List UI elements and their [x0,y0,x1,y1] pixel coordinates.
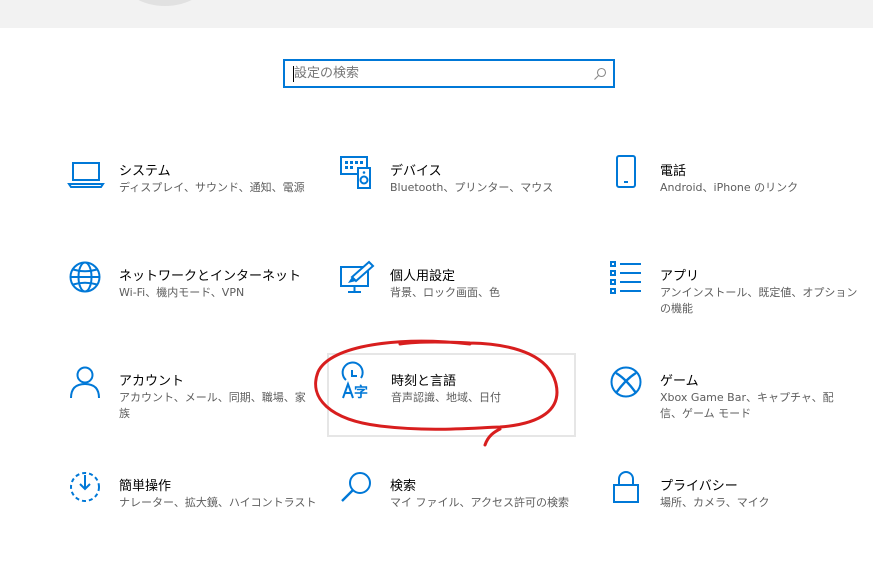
tile-personalization[interactable]: 個人用設定 背景、ロック画面、色 [340,260,590,343]
tile-description: Xbox Game Bar、キャプチャ、配 信、ゲーム モード [660,391,834,420]
tile-title: 簡単操作 [119,479,172,494]
person-icon [70,366,100,399]
tile-description: アンインストール、既定値、オプション の機能 [660,286,858,315]
tile-title: 個人用設定 [390,269,456,284]
text-caret [293,66,294,82]
tile-title: ゲーム [660,374,699,389]
search-icon[interactable] [593,67,607,81]
tile-network[interactable]: ネットワークとインターネット Wi-Fi、機内モード、VPN [69,261,319,343]
laptop-icon [67,162,105,188]
tile-phone[interactable]: 電話 Android、iPhone のリンク [610,155,860,238]
keyboard-speaker-icon [340,156,371,189]
ease-of-access-icon [70,472,100,502]
tile-description: ナレーター、拡大鏡、ハイコントラスト [119,496,317,509]
lock-icon [613,471,639,503]
tile-description: Wi-Fi、機内モード、VPN [119,286,245,299]
monitor-brush-icon [340,260,375,293]
tile-title: 検索 [390,479,417,494]
tile-description: アカウント、メール、同期、職場、家 族 [119,391,306,420]
tile-search[interactable]: 検索 マイ ファイル、アクセス許可の検索 [340,471,590,553]
magnifier-icon [341,472,371,502]
tile-privacy[interactable]: プライバシー 場所、カメラ、マイク [610,471,860,553]
tile-description: Android、iPhone のリンク [660,181,799,194]
tile-description: マイ ファイル、アクセス許可の検索 [390,496,569,509]
svg-text:字: 字 [354,384,368,401]
tile-title: 電話 [660,164,687,179]
xbox-icon [610,366,642,398]
search-box[interactable] [283,59,615,88]
phone-icon [616,155,636,188]
tile-description: 背景、ロック画面、色 [390,286,500,299]
tile-ease-of-access[interactable]: 簡単操作 ナレーター、拡大鏡、ハイコントラスト [69,471,319,553]
tile-title: アプリ [660,269,700,284]
avatar [122,0,208,6]
top-bar [0,0,873,28]
tile-title: アカウント [119,374,185,389]
tile-title: ネットワークとインターネット [119,269,302,284]
tile-title: プライバシー [660,479,738,494]
tile-system[interactable]: システム ディスプレイ、サウンド、通知、電源 [67,156,319,238]
tile-accounts[interactable]: アカウント アカウント、メール、同期、職場、家 族 [69,366,319,448]
tile-gaming[interactable]: ゲーム Xbox Game Bar、キャプチャ、配 信、ゲーム モード [610,366,860,448]
tile-title: システム [119,164,171,179]
time-language-icon: 字 [341,361,368,401]
tile-description: 音声認識、地域、日付 [391,391,501,404]
tile-description: 場所、カメラ、マイク [660,496,770,509]
tile-title: デバイス [390,164,442,179]
globe-icon [69,261,101,293]
tile-description: ディスプレイ、サウンド、通知、電源 [119,181,305,194]
tile-devices[interactable]: デバイス Bluetooth、プリンター、マウス [340,156,590,238]
tile-title: 時刻と言語 [391,374,457,389]
tile-time-language[interactable]: 字 時刻と言語 音声認識、地域、日付 [327,353,576,437]
tile-description: Bluetooth、プリンター、マウス [390,181,554,194]
search-input[interactable] [285,61,594,86]
tile-apps[interactable]: アプリ アンインストール、既定値、オプション の機能 [610,261,860,343]
app-list-icon [610,261,641,294]
